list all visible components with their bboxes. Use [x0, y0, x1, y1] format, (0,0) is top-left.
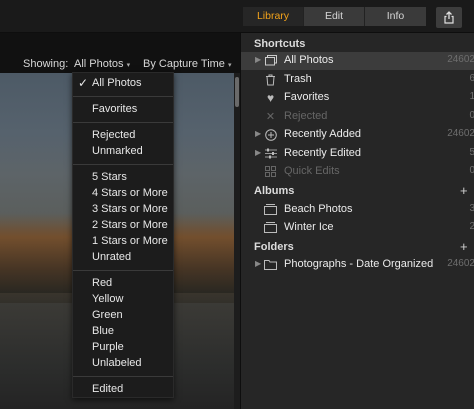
menu-item-purple[interactable]: Purple [73, 339, 173, 355]
sort-value: By Capture Time [143, 58, 225, 70]
menu-item-yellow[interactable]: Yellow [73, 291, 173, 307]
showing-label: Showing: [23, 58, 69, 70]
trash-icon [264, 73, 277, 86]
view-switcher: Library Edit Info [243, 7, 426, 26]
menu-item-3-stars[interactable]: 3 Stars or More [73, 201, 173, 217]
top-bar: Library Edit Info [0, 0, 474, 33]
disclosure-arrow-icon[interactable]: ▶ [255, 129, 261, 138]
album-icon [264, 221, 277, 234]
sidebar-item-quick-edits[interactable]: Quick Edits 0 [241, 163, 474, 181]
tab-info[interactable]: Info [365, 7, 426, 26]
sidebar-item-winter-ice[interactable]: Winter Ice 2 [241, 219, 474, 237]
item-count: 0 [469, 110, 474, 121]
item-count: 24602 [447, 54, 474, 65]
scrollbar-thumb[interactable] [235, 77, 239, 107]
menu-item-favorites[interactable]: Favorites [73, 101, 173, 117]
sidebar-item-label: Rejected [284, 110, 328, 122]
filter-toolbar: Showing: All Photos ▾ By Capture Time ▾ [0, 33, 240, 73]
add-album-button[interactable]: + [460, 183, 468, 198]
filter-select[interactable]: All Photos ▾ [74, 58, 130, 70]
sidebar-item-label: Photographs - Date Organized [284, 258, 434, 270]
menu-item-red[interactable]: Red [73, 275, 173, 291]
add-folder-button[interactable]: + [460, 239, 468, 254]
item-count: 24602 [447, 258, 474, 269]
menu-item-unrated[interactable]: Unrated [73, 249, 173, 265]
sidebar-item-label: Favorites [284, 91, 330, 103]
section-title-shortcuts: Shortcuts [254, 38, 306, 50]
menu-item-edited[interactable]: Edited [73, 381, 173, 397]
sidebar-item-label: Quick Edits [284, 165, 340, 177]
sidebar-item-all-photos[interactable]: ▶ All Photos 24602 [241, 52, 474, 70]
sidebar: Shortcuts ▶ All Photos 24602 Trash 6 ♥ F… [240, 33, 474, 409]
menu-item-label: All Photos [92, 77, 142, 89]
menu-item-1-stars[interactable]: 1 Stars or More [73, 233, 173, 249]
sort-select[interactable]: By Capture Time ▾ [143, 58, 232, 70]
section-title-albums: Albums [254, 185, 295, 197]
filter-menu: ✓ All Photos Favorites Rejected Unmarked … [72, 72, 174, 398]
sidebar-item-trash[interactable]: Trash 6 [241, 71, 474, 89]
item-count: 0 [469, 165, 474, 176]
disclosure-arrow-icon[interactable]: ▶ [255, 259, 261, 268]
x-icon: ✕ [265, 111, 276, 123]
menu-separator [73, 122, 173, 123]
item-count: 6 [469, 73, 474, 84]
sidebar-item-label: Trash [284, 73, 312, 85]
sidebar-item-photographs-folder[interactable]: ▶ Photographs - Date Organized 24602 [241, 256, 474, 274]
filter-value: All Photos [74, 58, 124, 70]
menu-separator [73, 164, 173, 165]
plus-circle-icon [264, 128, 277, 141]
sidebar-item-recently-edited[interactable]: ▶ Recently Edited 5 [241, 145, 474, 163]
album-icon [264, 203, 277, 216]
item-count: 2 [469, 221, 474, 232]
share-button[interactable] [436, 7, 462, 28]
sidebar-item-beach-photos[interactable]: Beach Photos 3 [241, 201, 474, 219]
chevron-down-icon: ▾ [126, 62, 131, 69]
sidebar-item-label: Winter Ice [284, 221, 334, 233]
sidebar-item-label: Beach Photos [284, 203, 353, 215]
menu-item-all-photos[interactable]: ✓ All Photos [73, 75, 173, 91]
item-count: 3 [469, 203, 474, 214]
sidebar-item-recently-added[interactable]: ▶ Recently Added 24602 [241, 126, 474, 144]
share-icon [444, 11, 454, 24]
sidebar-item-favorites[interactable]: ♥ Favorites 1 [241, 89, 474, 107]
disclosure-arrow-icon[interactable]: ▶ [255, 55, 261, 64]
menu-separator [73, 96, 173, 97]
section-title-folders: Folders [254, 241, 294, 253]
grid-icon [264, 165, 277, 178]
tab-library[interactable]: Library [243, 7, 304, 26]
sliders-icon [264, 147, 277, 160]
menu-item-rejected[interactable]: Rejected [73, 127, 173, 143]
item-count: 24602 [447, 128, 474, 139]
menu-item-unmarked[interactable]: Unmarked [73, 143, 173, 159]
sidebar-item-label: Recently Edited [284, 147, 362, 159]
sidebar-item-label: All Photos [284, 54, 334, 66]
menu-item-unlabeled[interactable]: Unlabeled [73, 355, 173, 371]
item-count: 1 [469, 91, 474, 102]
checkmark-icon: ✓ [78, 76, 89, 90]
menu-separator [73, 376, 173, 377]
disclosure-arrow-icon[interactable]: ▶ [255, 148, 261, 157]
menu-item-4-stars[interactable]: 4 Stars or More [73, 185, 173, 201]
menu-item-2-stars[interactable]: 2 Stars or More [73, 217, 173, 233]
menu-item-green[interactable]: Green [73, 307, 173, 323]
folder-icon [264, 258, 277, 271]
chevron-down-icon: ▾ [227, 62, 232, 69]
heart-icon: ♥ [266, 90, 275, 105]
menu-separator [73, 270, 173, 271]
tab-edit[interactable]: Edit [304, 7, 365, 26]
sidebar-item-label: Recently Added [284, 128, 362, 140]
item-count: 5 [469, 147, 474, 158]
menu-item-blue[interactable]: Blue [73, 323, 173, 339]
photos-icon [264, 54, 277, 67]
menu-item-5-stars[interactable]: 5 Stars [73, 169, 173, 185]
sidebar-item-rejected[interactable]: ✕ Rejected 0 [241, 108, 474, 126]
